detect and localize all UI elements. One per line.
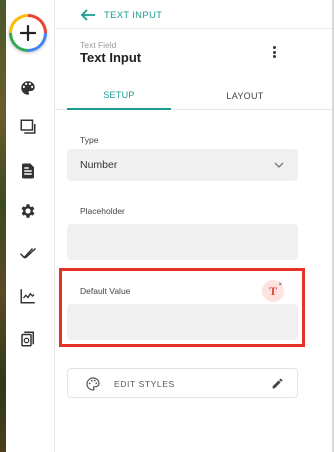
- tab-bar: SETUP LAYOUT: [55, 82, 332, 110]
- add-component-button[interactable]: [9, 14, 47, 52]
- breadcrumb: Text Field: [80, 40, 117, 50]
- type-select-value: Number: [80, 159, 118, 171]
- edit-styles-button[interactable]: EDIT STYLES: [67, 368, 298, 398]
- tab-setup[interactable]: SETUP: [67, 82, 171, 110]
- properties-panel: TEXT INPUT Text Field Text Input SETUP L…: [55, 0, 334, 452]
- chart-icon[interactable]: [19, 287, 37, 305]
- header-divider: [55, 28, 332, 29]
- page-title: Text Input: [80, 50, 142, 65]
- gear-icon[interactable]: [19, 202, 37, 220]
- tab-layout[interactable]: LAYOUT: [193, 82, 297, 110]
- default-value-input[interactable]: [67, 304, 298, 340]
- type-select[interactable]: Number: [67, 149, 298, 181]
- palette-icon: [86, 377, 100, 391]
- chevron-down-icon: [274, 162, 284, 168]
- edit-styles-label: EDIT STYLES: [114, 379, 175, 389]
- plus-icon: [12, 17, 44, 49]
- sidebar: [6, 0, 55, 452]
- back-label: TEXT INPUT: [104, 9, 163, 21]
- document-icon[interactable]: [19, 162, 37, 180]
- palette-icon[interactable]: [19, 79, 37, 97]
- placeholder-label: Placeholder: [80, 206, 125, 216]
- text-format-icon: T ×: [268, 281, 282, 298]
- type-label: Type: [80, 135, 99, 145]
- layers-icon[interactable]: [19, 118, 37, 136]
- publish-icon[interactable]: [19, 330, 37, 348]
- arrow-left-icon: [80, 9, 95, 21]
- double-check-icon[interactable]: [19, 244, 37, 262]
- more-options-icon[interactable]: [267, 44, 281, 60]
- pencil-icon: [272, 378, 283, 389]
- clear-format-button[interactable]: T ×: [262, 280, 284, 302]
- default-value-label: Default Value: [80, 286, 131, 296]
- back-button[interactable]: TEXT INPUT: [80, 8, 162, 22]
- placeholder-input[interactable]: [67, 224, 298, 260]
